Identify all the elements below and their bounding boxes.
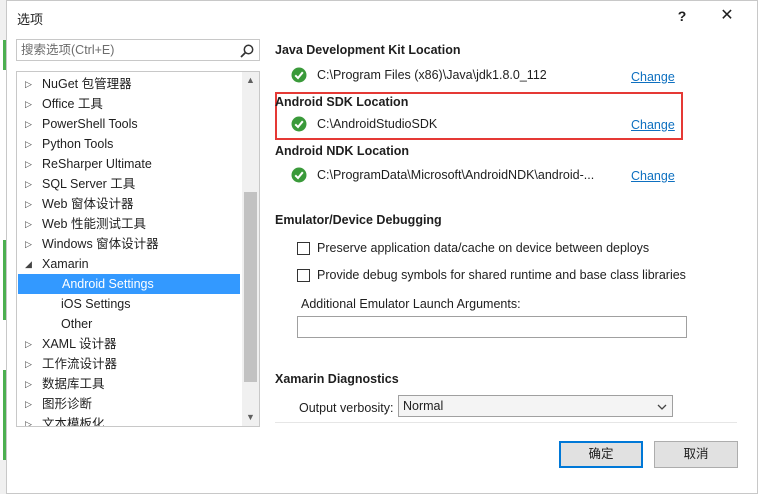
verbosity-select[interactable]: Normal <box>398 395 673 417</box>
tree-item-label: 工作流设计器 <box>42 357 118 371</box>
preserve-data-label: Preserve application data/cache on devic… <box>317 241 650 255</box>
tree-item[interactable]: ▷ Office 工具 <box>17 94 242 114</box>
jdk-change-link[interactable]: Change <box>631 70 675 84</box>
expand-arrow-icon[interactable]: ▷ <box>25 354 35 374</box>
expand-arrow-icon[interactable]: ▷ <box>25 394 35 414</box>
close-button[interactable]: ✕ <box>712 5 742 27</box>
check-circle-icon <box>291 116 307 132</box>
tree-item[interactable]: Other <box>17 314 242 334</box>
search-input[interactable] <box>21 42 231 58</box>
tree-item[interactable]: ▷ NuGet 包管理器 <box>17 74 242 94</box>
tree-item-label: SQL Server 工具 <box>42 177 136 191</box>
ok-button[interactable]: 确定 <box>559 441 643 468</box>
expand-arrow-icon[interactable]: ▷ <box>25 114 35 134</box>
tree-item-label: Android Settings <box>62 277 154 291</box>
help-button[interactable]: ? <box>667 5 697 27</box>
tree-item[interactable]: ◢ Xamarin <box>17 254 242 274</box>
debug-symbols-checkbox-row[interactable]: Provide debug symbols for shared runtime… <box>291 267 731 285</box>
tree-item[interactable]: iOS Settings <box>17 294 242 314</box>
tree-item[interactable]: Android Settings <box>18 274 240 294</box>
ndk-path: C:\ProgramData\Microsoft\AndroidNDK\andr… <box>317 168 595 182</box>
check-circle-icon <box>291 167 307 183</box>
tree-item[interactable]: ▷ 工作流设计器 <box>17 354 242 374</box>
emulator-section-title: Emulator/Device Debugging <box>275 213 442 227</box>
sdk-path: C:\AndroidStudioSDK <box>317 117 438 131</box>
sdk-section-title: Android SDK Location <box>275 95 409 109</box>
jdk-section-title: Java Development Kit Location <box>275 43 461 57</box>
tree-item[interactable]: ▷ SQL Server 工具 <box>17 174 242 194</box>
expand-arrow-icon[interactable]: ▷ <box>25 134 35 154</box>
content-divider <box>275 422 737 423</box>
expand-arrow-icon[interactable]: ▷ <box>25 334 35 354</box>
tree-item-label: 数据库工具 <box>42 377 105 391</box>
expand-arrow-icon[interactable]: ▷ <box>25 74 35 94</box>
debug-symbols-label: Provide debug symbols for shared runtime… <box>317 268 686 282</box>
cancel-button[interactable]: 取消 <box>654 441 738 468</box>
tree-item[interactable]: ▷ Web 性能测试工具 <box>17 214 242 234</box>
expand-arrow-icon[interactable]: ▷ <box>25 174 35 194</box>
tree-item-label: Python Tools <box>42 137 114 151</box>
tree-item[interactable]: ▷ 文本模板化 <box>17 414 242 427</box>
ndk-section-title: Android NDK Location <box>275 144 410 158</box>
verbosity-value: Normal <box>403 399 444 413</box>
chevron-down-icon <box>657 404 667 410</box>
emulator-args-label: Additional Emulator Launch Arguments: <box>301 297 521 311</box>
tree-item-label: Other <box>61 317 93 331</box>
tree-item-label: 图形诊断 <box>42 397 93 411</box>
tree-item-label: Office 工具 <box>42 97 103 111</box>
check-circle-icon <box>291 67 307 83</box>
expand-arrow-icon[interactable]: ▷ <box>25 374 35 394</box>
debug-symbols-checkbox[interactable] <box>297 269 310 282</box>
expand-arrow-icon[interactable]: ▷ <box>25 234 35 254</box>
title-bar: 选项 ? ✕ <box>7 1 757 31</box>
expand-arrow-icon[interactable]: ▷ <box>25 154 35 174</box>
verbosity-label: Output verbosity: <box>299 401 394 415</box>
preserve-data-checkbox-row[interactable]: Preserve application data/cache on devic… <box>291 240 731 258</box>
jdk-path-row: C:\Program Files (x86)\Java\jdk1.8.0_112 <box>291 67 681 85</box>
emulator-args-input[interactable] <box>297 316 687 338</box>
tree-item-label: 文本模板化 <box>42 417 105 427</box>
tree-item[interactable]: ▷ Python Tools <box>17 134 242 154</box>
ndk-path-row: C:\ProgramData\Microsoft\AndroidNDK\andr… <box>291 167 681 185</box>
scroll-up-icon[interactable]: ▲ <box>242 72 259 89</box>
tree-item-label: NuGet 包管理器 <box>42 77 132 91</box>
tree-item[interactable]: ▷ 数据库工具 <box>17 374 242 394</box>
tree-item[interactable]: ▷ XAML 设计器 <box>17 334 242 354</box>
android-settings-panel: Java Development Kit Location C:\Program… <box>275 37 737 423</box>
tree-item[interactable]: ▷ 图形诊断 <box>17 394 242 414</box>
tree-item-label: iOS Settings <box>61 297 131 311</box>
tree-item[interactable]: ▷ Windows 窗体设计器 <box>17 234 242 254</box>
tree-item-label: PowerShell Tools <box>42 117 138 131</box>
tree-item-label: Windows 窗体设计器 <box>42 237 159 251</box>
expand-arrow-icon[interactable]: ▷ <box>25 194 35 214</box>
options-dialog: 选项 ? ✕ ▷ NuGet 包管理器 ▷ Office 工具 ▷ PowerShell … <box>6 0 758 494</box>
ndk-change-link[interactable]: Change <box>631 169 675 183</box>
tree-item-label: Web 性能测试工具 <box>42 217 146 231</box>
expand-arrow-icon[interactable]: ▷ <box>25 214 35 234</box>
preserve-data-checkbox[interactable] <box>297 242 310 255</box>
tree-item-label: Web 窗体设计器 <box>42 197 134 211</box>
jdk-path: C:\Program Files (x86)\Java\jdk1.8.0_112 <box>317 68 547 82</box>
scroll-thumb[interactable] <box>244 192 257 382</box>
search-icon[interactable] <box>239 43 255 59</box>
search-box <box>16 39 260 61</box>
tree-item-label: ReSharper Ultimate <box>42 157 152 171</box>
expanded-arrow-icon[interactable]: ◢ <box>25 254 35 274</box>
expand-arrow-icon[interactable]: ▷ <box>25 414 35 426</box>
sdk-path-row: C:\AndroidStudioSDK <box>291 116 681 134</box>
expand-arrow-icon[interactable]: ▷ <box>25 94 35 114</box>
tree-item[interactable]: ▷ PowerShell Tools <box>17 114 242 134</box>
tree-item[interactable]: ▷ ReSharper Ultimate <box>17 154 242 174</box>
tree-scrollbar[interactable]: ▲ ▼ <box>242 72 259 426</box>
diagnostics-section-title: Xamarin Diagnostics <box>275 372 399 386</box>
options-tree: ▷ NuGet 包管理器 ▷ Office 工具 ▷ PowerShell Tools ▷ P… <box>16 71 260 427</box>
tree-item-label: XAML 设计器 <box>42 337 117 351</box>
tree-item-label: Xamarin <box>42 257 89 271</box>
sdk-change-link[interactable]: Change <box>631 118 675 132</box>
window-title: 选项 <box>17 12 44 27</box>
scroll-down-icon[interactable]: ▼ <box>242 409 259 426</box>
tree-item[interactable]: ▷ Web 窗体设计器 <box>17 194 242 214</box>
